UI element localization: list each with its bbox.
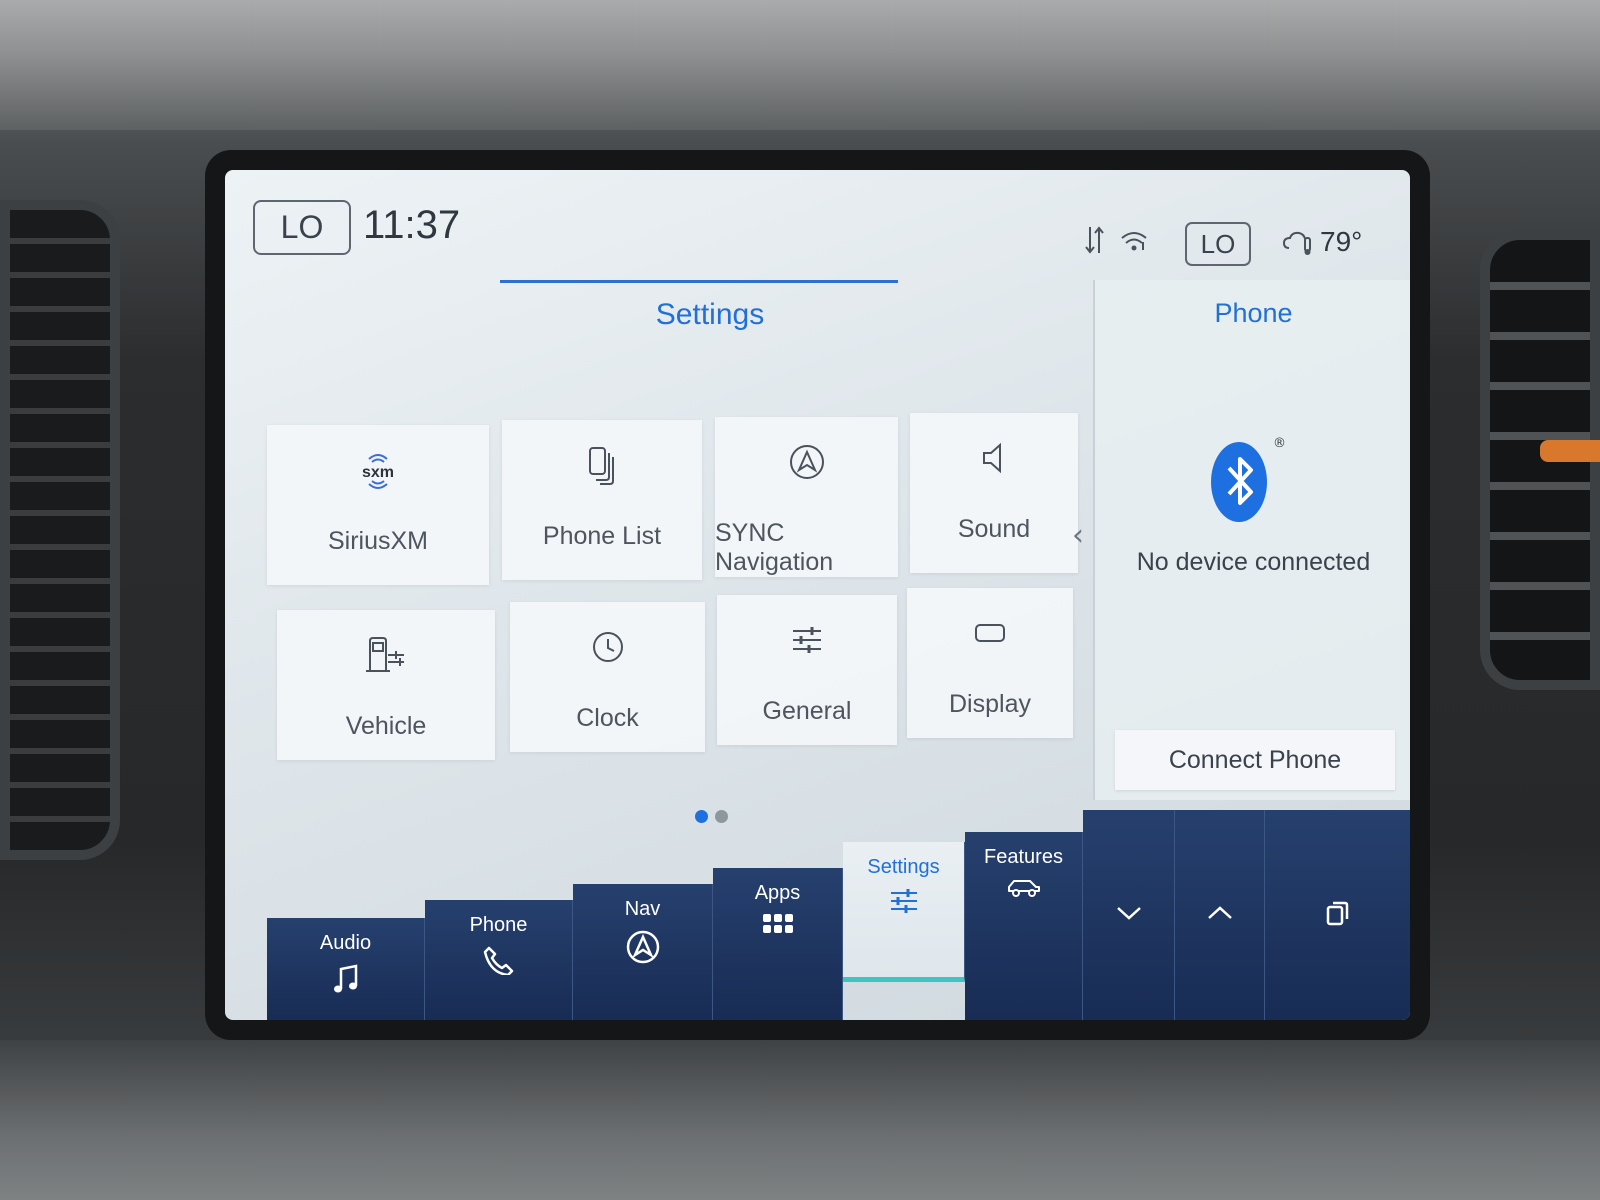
- copy-windows-icon: [1325, 899, 1351, 931]
- scroll-down-button[interactable]: [1083, 810, 1175, 1020]
- nav-label: Apps: [754, 882, 801, 904]
- infotainment-screen: LO 11:37 LO 79° Settings sxm SiriusXM Ph…: [225, 170, 1410, 1020]
- chevron-down-icon: [1115, 905, 1143, 925]
- connect-phone-button[interactable]: Connect Phone: [1115, 730, 1395, 790]
- clock-icon: [591, 624, 625, 670]
- left-air-vent: [0, 200, 120, 860]
- nav-label: Features: [984, 846, 1063, 868]
- navigation-icon: [788, 439, 826, 485]
- tile-sync-navigation[interactable]: SYNC Navigation: [715, 417, 898, 577]
- registered-mark-icon: ®: [1273, 436, 1286, 451]
- apps-grid-icon: [762, 913, 794, 939]
- car-features-icon: [1006, 877, 1042, 903]
- tile-sound[interactable]: Sound: [910, 413, 1078, 573]
- tile-vehicle[interactable]: Vehicle: [277, 610, 495, 760]
- siriusxm-logo-text: sxm: [362, 464, 394, 481]
- nav-apps[interactable]: Apps: [713, 868, 843, 1020]
- settings-sliders-icon: [888, 887, 920, 919]
- phone-panel-title: Phone: [1214, 298, 1293, 328]
- nav-label: Phone: [469, 914, 528, 936]
- navigation-icon: [625, 929, 661, 969]
- siriusxm-logo: sxm: [353, 447, 403, 493]
- vent-adjust-knob: [1540, 440, 1600, 462]
- nav-label: Settings: [867, 856, 940, 878]
- scroll-up-button[interactable]: [1175, 810, 1265, 1020]
- tile-clock[interactable]: Clock: [510, 602, 705, 752]
- dashboard-bottom-trim: [0, 1040, 1600, 1200]
- connection-status: No device connected: [1136, 548, 1371, 576]
- tile-general[interactable]: General: [717, 595, 897, 745]
- status-bar: LO 11:37 LO 79°: [225, 170, 1410, 270]
- nav-settings[interactable]: Settings: [843, 842, 965, 982]
- sliders-icon: [790, 617, 824, 663]
- tile-label: Phone List: [542, 522, 662, 550]
- data-transfer-icon: [1085, 225, 1105, 259]
- tile-siriusxm[interactable]: sxm SiriusXM: [267, 425, 489, 585]
- tile-label: Sound: [957, 515, 1031, 543]
- tile-label: Vehicle: [345, 712, 427, 740]
- bluetooth-icon: [1207, 440, 1271, 528]
- vehicle-icon: [364, 632, 408, 678]
- nav-phone[interactable]: Phone: [425, 900, 573, 1020]
- tile-label: SiriusXM: [327, 527, 428, 555]
- settings-tab-indicator: [500, 280, 898, 283]
- clock-time: 11:37: [363, 203, 461, 247]
- chevron-left-icon[interactable]: ‹: [1072, 518, 1084, 553]
- nav-nav[interactable]: Nav: [573, 884, 713, 1020]
- speaker-icon: [980, 435, 1008, 481]
- tile-label: Display: [949, 690, 1031, 718]
- chevron-up-icon: [1206, 905, 1234, 925]
- tile-phone-list[interactable]: Phone List: [502, 420, 702, 580]
- bottom-navigation-bar: Audio Phone Nav Apps Settings Features: [225, 810, 1410, 1020]
- dashboard-top-trim: [0, 0, 1600, 130]
- tile-label: SYNC Navigation: [715, 519, 834, 576]
- phone-side-panel: Phone ® No device connected Connect Phon…: [1093, 280, 1410, 800]
- wifi-hotspot-icon: [1120, 228, 1148, 256]
- tile-label: General: [762, 697, 852, 725]
- driver-temp-button[interactable]: LO: [253, 200, 351, 255]
- passenger-temp-button[interactable]: LO: [1185, 222, 1251, 266]
- outside-temperature: 79°: [1320, 226, 1363, 257]
- nav-audio[interactable]: Audio: [267, 918, 425, 1020]
- nav-features[interactable]: Features: [965, 832, 1083, 1020]
- music-note-icon: [332, 963, 360, 999]
- phone-list-icon: [587, 442, 617, 488]
- phone-icon: [483, 945, 515, 979]
- page-title: Settings: [655, 298, 765, 331]
- nav-label: Nav: [624, 898, 661, 920]
- tile-label: Clock: [576, 704, 639, 732]
- tile-display[interactable]: Display: [907, 588, 1073, 738]
- window-switch-button[interactable]: [1265, 810, 1410, 1020]
- display-icon: [973, 610, 1007, 656]
- nav-label: Audio: [319, 932, 372, 954]
- weather-cloud-icon: [1282, 228, 1315, 260]
